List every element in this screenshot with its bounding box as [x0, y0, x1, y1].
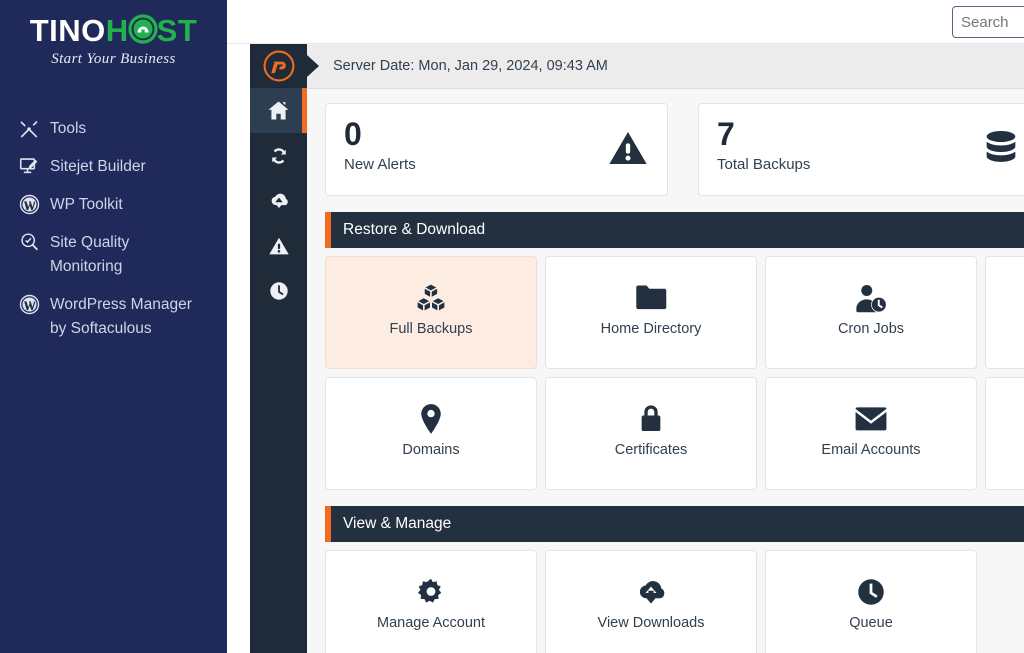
cloud-download-icon: [634, 573, 668, 611]
sidebar-item-label: WP Toolkit: [50, 195, 123, 213]
tile-hidden-row2[interactable]: [985, 377, 1024, 490]
clock-icon: [268, 280, 290, 302]
stat-label: Total Backups: [717, 156, 811, 173]
brand-tagline: Start Your Business: [51, 50, 176, 67]
tile-cron-jobs[interactable]: Cron Jobs: [765, 256, 977, 369]
section-title: View & Manage: [343, 515, 452, 532]
sidebar-item-wp-toolkit[interactable]: WP Toolkit: [0, 186, 227, 224]
cloud-download-icon: [267, 189, 291, 213]
warning-triangle-icon: [607, 128, 649, 168]
rail-item-cloud-download[interactable]: [250, 178, 307, 223]
tile-label: Certificates: [614, 442, 688, 458]
boxes-icon: [415, 279, 447, 317]
stat-value: 0: [344, 116, 362, 152]
section-title: Restore & Download: [343, 221, 486, 238]
stat-cards: 0 New Alerts 7 Total Backups: [325, 103, 1024, 196]
tile-hidden-row1[interactable]: [985, 256, 1024, 369]
map-pin-icon: [418, 400, 444, 438]
clock-icon: [856, 573, 886, 611]
tile-grid-restore-download: Full Backups Home Directory Cron Jobs Do…: [325, 256, 1024, 490]
brand-sidebar: TINOH ST Start Your Business Tools Sitej…: [0, 0, 227, 653]
breadcrumb-arrow-icon: [307, 55, 319, 77]
tile-view-downloads[interactable]: View Downloads: [545, 550, 757, 653]
rail-item-sync[interactable]: [250, 133, 307, 178]
tile-grid-view-manage: Manage Account View Downloads Queue: [325, 550, 1024, 653]
tile-label: Home Directory: [600, 321, 702, 337]
sidebar-item-wordpress-manager[interactable]: WordPress Manager by Softaculous: [0, 286, 227, 348]
warning-triangle-icon: [268, 235, 290, 257]
magnifier-check-icon: [18, 231, 40, 255]
wordpress-icon: [18, 293, 40, 317]
folder-icon: [634, 279, 668, 317]
tools-icon: [18, 117, 40, 141]
tile-queue[interactable]: Queue: [765, 550, 977, 653]
tile-label: Domains: [402, 442, 460, 458]
envelope-icon: [854, 400, 888, 438]
database-icon: [980, 128, 1022, 168]
sidebar-item-label: Sitejet Builder: [50, 157, 146, 175]
tile-manage-account[interactable]: Manage Account: [325, 550, 537, 653]
tile-full-backups[interactable]: Full Backups: [325, 256, 537, 369]
sidebar-item-label: WordPress Manager by Softaculous: [50, 295, 192, 337]
server-date-bar: Server Date: Mon, Jan 29, 2024, 09:43 AM: [307, 44, 1024, 89]
user-clock-icon: [854, 279, 888, 317]
tile-certificates[interactable]: Certificates: [545, 377, 757, 490]
sidebar-item-label: Tools: [50, 119, 87, 137]
server-date-text: Server Date: Mon, Jan 29, 2024, 09:43 AM: [333, 58, 608, 74]
lock-icon: [637, 400, 665, 438]
tile-label: Full Backups: [389, 321, 473, 337]
icon-rail: [250, 44, 307, 653]
brand-logo-text: TINOH ST: [0, 14, 227, 48]
brand-logo-h: H: [105, 13, 129, 48]
app-root: TINOH ST Start Your Business Tools Sitej…: [0, 0, 1024, 653]
brand-logo-st: ST: [156, 13, 198, 48]
stat-value: 7: [717, 116, 735, 152]
sidebar-item-site-quality-monitoring[interactable]: Site Quality Monitoring: [0, 224, 227, 286]
brand-logo-cloud-icon: [128, 14, 158, 44]
stat-card-new-alerts[interactable]: 0 New Alerts: [325, 103, 668, 196]
sidebar-item-tools[interactable]: Tools: [0, 110, 227, 148]
brand-logo[interactable]: TINOH ST Start Your Business: [0, 0, 227, 68]
gear-icon: [416, 573, 446, 611]
main-content: 0 New Alerts 7 Total Backups Restore & D…: [307, 89, 1024, 653]
tile-label: Manage Account: [376, 615, 486, 631]
section-header-view-manage: View & Manage: [325, 506, 1024, 542]
tile-home-directory[interactable]: Home Directory: [545, 256, 757, 369]
brand-logo-tino: TINO: [29, 13, 106, 48]
rail-item-alerts[interactable]: [250, 223, 307, 268]
tile-domains[interactable]: Domains: [325, 377, 537, 490]
tile-label: View Downloads: [597, 615, 705, 631]
sidebar-item-label: Site Quality Monitoring: [50, 233, 130, 275]
monitor-pencil-icon: [18, 155, 40, 179]
rail-item-queue[interactable]: [250, 268, 307, 313]
topbar: [227, 0, 1024, 44]
search-input[interactable]: [952, 6, 1024, 38]
tile-label: Email Accounts: [821, 442, 921, 458]
sync-icon: [268, 145, 290, 167]
tile-email-accounts[interactable]: Email Accounts: [765, 377, 977, 490]
stat-label: New Alerts: [344, 156, 416, 173]
sidebar-nav: Tools Sitejet Builder WP Toolkit Site Qu…: [0, 110, 227, 348]
stat-card-total-backups[interactable]: 7 Total Backups: [698, 103, 1024, 196]
home-icon: [267, 99, 290, 122]
section-header-restore-download: Restore & Download: [325, 212, 1024, 248]
sidebar-item-sitejet-builder[interactable]: Sitejet Builder: [0, 148, 227, 186]
tile-label: Queue: [849, 615, 893, 631]
rail-item-home[interactable]: [250, 88, 307, 133]
tile-label: Cron Jobs: [837, 321, 905, 337]
wordpress-icon: [18, 193, 40, 217]
cpanel-logo-icon[interactable]: [250, 44, 307, 88]
